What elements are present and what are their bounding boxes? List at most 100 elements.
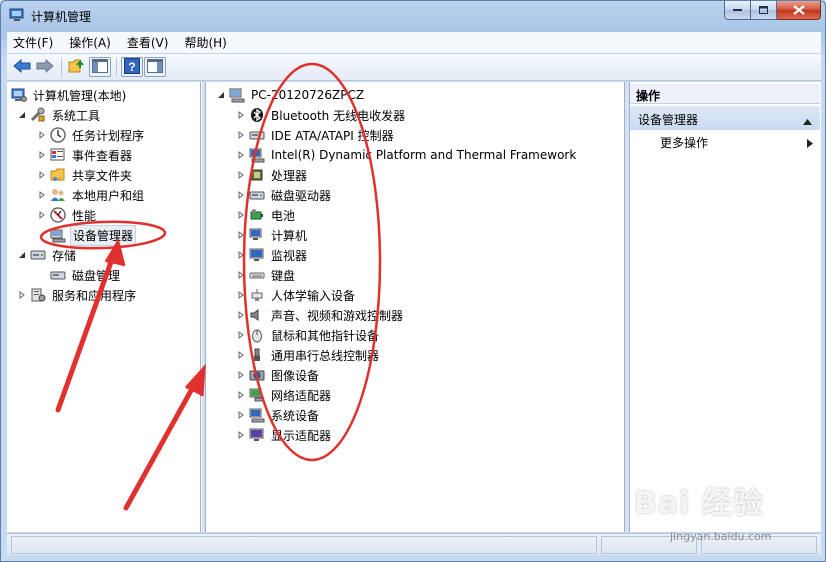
forward-button[interactable] <box>34 57 56 77</box>
event-viewer-icon <box>50 147 66 163</box>
tree-item-device-manager[interactable]: 设备管理器 <box>37 224 137 246</box>
help-button[interactable]: ? <box>121 57 143 77</box>
collapsed-arrow-icon[interactable] <box>236 350 246 360</box>
collapse-up-icon[interactable] <box>803 114 812 128</box>
ide-controller-icon <box>249 127 265 143</box>
collapsed-arrow-icon[interactable] <box>236 390 246 400</box>
collapsed-arrow-icon[interactable] <box>236 150 246 160</box>
device-category-row[interactable]: 键盘 <box>236 265 297 285</box>
collapsed-arrow-icon[interactable] <box>37 190 47 200</box>
disk-drive-icon <box>249 187 265 203</box>
device-category-row[interactable]: 通用串行总线控制器 <box>236 345 381 365</box>
properties-button[interactable] <box>144 57 166 77</box>
bluetooth-icon <box>249 107 265 123</box>
up-one-level-button[interactable] <box>66 57 88 77</box>
display-adapter-icon <box>249 427 265 443</box>
collapsed-arrow-icon[interactable] <box>236 110 246 120</box>
device-category-row[interactable]: 磁盘驱动器 <box>236 185 333 205</box>
device-category-label: Bluetooth 无线电收发器 <box>271 108 406 123</box>
help-icon: ? <box>124 57 140 77</box>
shared-folder-icon <box>50 167 66 183</box>
tree-item-services-applications[interactable]: 服务和应用程序 <box>17 285 138 305</box>
tree-item-shared-folders[interactable]: 共享文件夹 <box>37 165 134 185</box>
collapsed-arrow-icon[interactable] <box>37 210 47 220</box>
device-category-label: 人体学输入设备 <box>271 288 356 303</box>
device-tree-computer[interactable]: PC-20120726ZPCZ <box>216 85 366 105</box>
menu-file[interactable]: 文件(F) <box>7 34 59 51</box>
menu-view[interactable]: 查看(V) <box>121 34 175 51</box>
submenu-arrow-icon[interactable] <box>807 137 813 151</box>
menu-help[interactable]: 帮助(H) <box>178 34 232 51</box>
actions-header: 操作 <box>630 84 820 104</box>
device-category-label: IDE ATA/ATAPI 控制器 <box>271 128 394 143</box>
computer-icon <box>229 87 245 103</box>
tree-item-system-tools[interactable]: 系统工具 <box>17 105 102 125</box>
title-bar[interactable]: 计算机管理 <box>1 1 825 31</box>
collapsed-arrow-icon[interactable] <box>236 130 246 140</box>
collapsed-arrow-icon[interactable] <box>37 130 47 140</box>
device-category-label: 键盘 <box>271 268 296 283</box>
collapsed-arrow-icon[interactable] <box>236 250 246 260</box>
expanded-arrow-icon[interactable] <box>17 110 27 120</box>
device-category-row[interactable]: 人体学输入设备 <box>236 285 357 305</box>
collapsed-arrow-icon[interactable] <box>37 150 47 160</box>
expanded-arrow-icon[interactable] <box>216 90 226 100</box>
device-category-label: 显示适配器 <box>271 428 332 443</box>
collapsed-arrow-icon[interactable] <box>17 290 27 300</box>
tree-item-performance[interactable]: 性能 <box>37 205 98 225</box>
device-category-row[interactable]: 监视器 <box>236 245 309 265</box>
close-button[interactable] <box>777 1 821 20</box>
device-category-label: 鼠标和其他指针设备 <box>271 328 380 343</box>
device-category-label: 图像设备 <box>271 368 320 383</box>
collapsed-arrow-icon[interactable] <box>236 310 246 320</box>
device-category-row[interactable]: 图像设备 <box>236 365 321 385</box>
collapsed-arrow-icon[interactable] <box>236 410 246 420</box>
menu-action[interactable]: 操作(A) <box>63 34 117 51</box>
device-category-row[interactable]: Bluetooth 无线电收发器 <box>236 105 407 125</box>
device-category-row[interactable]: 鼠标和其他指针设备 <box>236 325 381 345</box>
collapsed-arrow-icon[interactable] <box>236 230 246 240</box>
device-category-label: 计算机 <box>271 228 308 243</box>
collapsed-arrow-icon[interactable] <box>236 170 246 180</box>
tree-item-storage[interactable]: 存储 <box>17 245 78 265</box>
collapsed-arrow-icon[interactable] <box>37 170 47 180</box>
show-hide-console-tree-button[interactable] <box>89 57 111 77</box>
device-category-row[interactable]: 显示适配器 <box>236 425 333 445</box>
svg-text:?: ? <box>128 60 135 74</box>
device-category-row[interactable]: 处理器 <box>236 165 309 185</box>
back-button[interactable] <box>11 57 33 77</box>
actions-section-device-manager[interactable]: 设备管理器 <box>630 106 820 130</box>
minimize-button[interactable] <box>724 1 751 20</box>
tree-item-computer-management-local[interactable]: 计算机管理(本地) <box>11 85 128 105</box>
more-actions-link[interactable]: 更多操作 <box>660 134 708 151</box>
collapsed-arrow-icon[interactable] <box>236 330 246 340</box>
device-category-row[interactable]: 网络适配器 <box>236 385 333 405</box>
device-category-row[interactable]: Intel(R) Dynamic Platform and Thermal Fr… <box>236 145 578 165</box>
collapsed-arrow-icon[interactable] <box>236 210 246 220</box>
device-category-row[interactable]: 计算机 <box>236 225 309 245</box>
tools-icon <box>30 107 46 123</box>
maximize-button[interactable] <box>751 1 777 20</box>
back-arrow-icon <box>13 58 31 76</box>
network-adapter-icon <box>249 387 265 403</box>
device-category-row[interactable]: 系统设备 <box>236 405 321 425</box>
toolbar-separator <box>61 58 62 76</box>
device-category-row[interactable]: 电池 <box>236 205 297 225</box>
up-folder-icon <box>68 58 86 77</box>
tree-item-disk-management[interactable]: 磁盘管理 <box>37 265 122 285</box>
device-category-row[interactable]: IDE ATA/ATAPI 控制器 <box>236 125 396 145</box>
collapsed-arrow-icon[interactable] <box>236 290 246 300</box>
actions-section-label: 设备管理器 <box>638 113 699 127</box>
tree-item-local-users-groups[interactable]: 本地用户和组 <box>37 185 146 205</box>
expanded-arrow-icon[interactable] <box>17 250 27 260</box>
tree-item-task-scheduler[interactable]: 任务计划程序 <box>37 125 146 145</box>
tree-item-event-viewer[interactable]: 事件查看器 <box>37 145 134 165</box>
clock-icon <box>50 127 66 143</box>
collapsed-arrow-icon[interactable] <box>236 370 246 380</box>
collapsed-arrow-icon[interactable] <box>236 270 246 280</box>
collapsed-arrow-icon[interactable] <box>236 190 246 200</box>
processor-icon <box>249 167 265 183</box>
menu-bar: 文件(F) 操作(A) 查看(V) 帮助(H) <box>7 32 821 53</box>
collapsed-arrow-icon[interactable] <box>236 430 246 440</box>
device-category-row[interactable]: 声音、视频和游戏控制器 <box>236 305 405 325</box>
